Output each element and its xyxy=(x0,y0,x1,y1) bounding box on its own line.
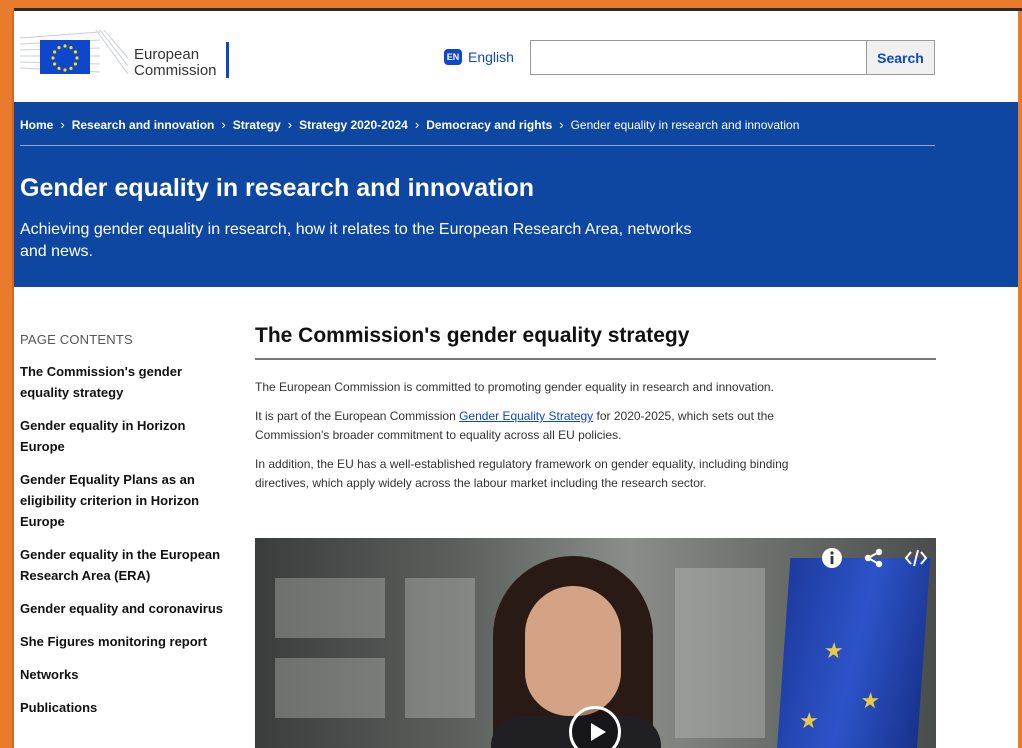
language-label: English xyxy=(468,49,514,65)
main-content: The Commission's gender equality strateg… xyxy=(255,324,936,493)
window-frame-top xyxy=(0,0,1022,11)
page-contents-nav: PAGE CONTENTS The Commission's gender eq… xyxy=(20,332,230,730)
page-contents-item[interactable]: Gender equality and coronavirus xyxy=(20,598,230,619)
chevron-right-icon: › xyxy=(559,117,564,132)
page-contents-item[interactable]: Gender equality in the European Research… xyxy=(20,544,230,586)
star-icon: ★ xyxy=(859,688,881,713)
body-paragraph: The European Commission is committed to … xyxy=(255,380,774,394)
european-commission-logo[interactable]: European Commission xyxy=(20,20,240,80)
chevron-right-icon: › xyxy=(414,117,420,132)
body-paragraph: It is part of the European Commission Ge… xyxy=(255,407,835,445)
breadcrumb-strategy-2020-2024[interactable]: Strategy 2020-2024 xyxy=(299,118,408,132)
page-description: Achieving gender equality in research, h… xyxy=(20,221,692,260)
chevron-right-icon: › xyxy=(287,117,293,132)
paragraph-text: It is part of the European Commission xyxy=(255,409,460,423)
body-paragraph: In addition, the EU has a well-establish… xyxy=(255,457,789,490)
embed-code-icon[interactable] xyxy=(904,546,928,570)
banner-divider xyxy=(20,145,935,146)
page: European Commission EN English Search Ho… xyxy=(14,14,1018,748)
page-contents-item[interactable]: The Commission's gender equality strateg… xyxy=(20,361,230,403)
background-window xyxy=(675,568,765,738)
page-contents-item[interactable]: Gender Equality Plans as an eligibility … xyxy=(20,469,230,532)
background-window xyxy=(405,578,475,718)
chevron-right-icon: › xyxy=(221,117,226,132)
search-button[interactable]: Search xyxy=(866,40,935,75)
breadcrumb-research-innovation[interactable]: Research and innovation xyxy=(72,118,215,132)
share-icon[interactable] xyxy=(862,546,886,570)
breadcrumb-home[interactable]: Home xyxy=(20,118,53,132)
logo-wordmark: European Commission xyxy=(134,46,217,79)
gender-equality-strategy-link[interactable]: Gender Equality Strategy xyxy=(459,409,593,423)
section-heading: The Commission's gender equality strateg… xyxy=(255,324,936,360)
window-frame-left xyxy=(0,0,14,748)
page-banner: Home › Research and innovation › Strateg… xyxy=(14,102,1018,287)
language-selector[interactable]: EN English xyxy=(444,49,514,65)
info-icon[interactable] xyxy=(820,546,844,570)
star-icon: ★ xyxy=(823,638,845,663)
chevron-right-icon: › xyxy=(60,117,65,132)
page-contents-item[interactable]: Networks xyxy=(20,664,230,685)
breadcrumb-strategy[interactable]: Strategy xyxy=(233,118,281,132)
background-window xyxy=(275,578,385,638)
site-header: European Commission EN English Search xyxy=(14,14,1018,102)
background-window xyxy=(275,658,385,718)
star-icon: ★ xyxy=(798,708,820,733)
eu-flag-background: ★ ★ ★ xyxy=(775,558,931,748)
page-contents-item[interactable]: She Figures monitoring report xyxy=(20,631,230,652)
language-code-icon: EN xyxy=(444,49,462,65)
page-contents-item[interactable]: Publications xyxy=(20,697,230,718)
page-contents-item[interactable]: Gender equality in Horizon Europe xyxy=(20,415,230,457)
search-input[interactable] xyxy=(530,40,866,75)
breadcrumb-democracy-rights[interactable]: Democracy and rights xyxy=(426,118,552,132)
video-player[interactable]: ★ ★ ★ xyxy=(255,538,936,748)
breadcrumb: Home › Research and innovation › Strateg… xyxy=(20,117,799,132)
window-frame-right xyxy=(1018,11,1022,748)
breadcrumb-current: Gender equality in research and innovati… xyxy=(570,117,800,132)
page-contents-heading: PAGE CONTENTS xyxy=(20,332,133,347)
eu-flag-icon xyxy=(40,40,90,74)
page-title: Gender equality in research and innovati… xyxy=(20,174,535,202)
speaker-face xyxy=(525,586,621,716)
logo-divider xyxy=(226,42,229,78)
video-controls xyxy=(820,546,928,570)
